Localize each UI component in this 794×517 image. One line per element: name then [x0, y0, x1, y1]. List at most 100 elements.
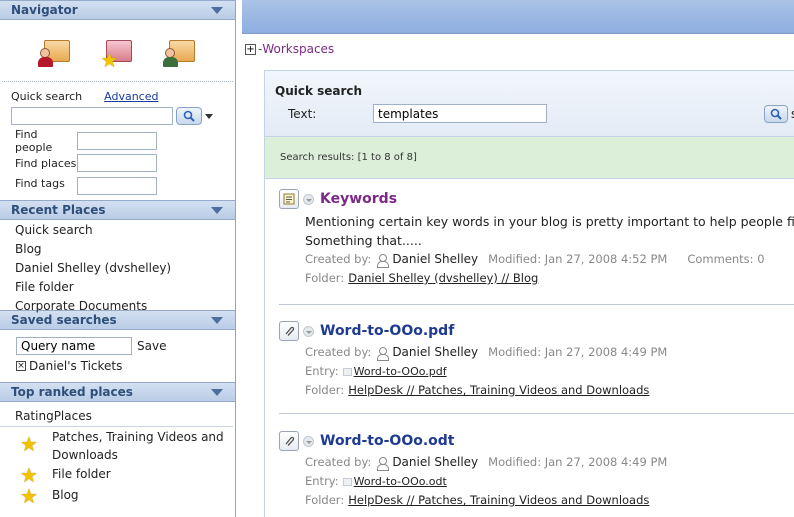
quick-search-label: Quick search [11, 89, 83, 103]
modified-date: Modified: Jan 27, 2008 4:52 PM [488, 252, 668, 266]
author-name[interactable]: Daniel Shelley [392, 453, 478, 472]
result-title-link[interactable]: Keywords [320, 191, 397, 207]
find-tags-input[interactable] [77, 177, 157, 195]
created-by-label: Created by: [305, 345, 372, 359]
star-icon: ★ [20, 463, 38, 487]
ranked-place-item[interactable]: ★ Patches, Training Videos and Downloads [0, 428, 235, 464]
result-menu-dropdown-icon[interactable] [303, 435, 314, 447]
recent-place-item[interactable]: Blog [0, 240, 235, 259]
result-header: Word-to-OOo.odt [279, 429, 794, 453]
result-meta: Created by: Daniel Shelley Modified: Jan… [279, 453, 794, 472]
recent-place-item[interactable]: Quick search [0, 221, 235, 240]
recent-places-list: Quick search Blog Daniel Shelley (dvshel… [0, 220, 235, 313]
entry-link-label: Word-to-OOo.pdf [353, 365, 447, 378]
workspaces-tree[interactable]: + - Workspaces [242, 34, 794, 64]
my-workspace-icon[interactable] [162, 34, 197, 68]
main-header-bar [242, 0, 794, 34]
search-result: Word-to-OOo.odt Created by: Daniel Shell… [279, 429, 794, 510]
entry-label: Entry: [305, 474, 339, 488]
search-button[interactable] [764, 104, 788, 123]
navigator-panel: ★ Quick search Advanced Find people Find… [0, 20, 235, 200]
ranked-place-label: Patches, Training Videos and [52, 430, 224, 444]
ranked-place-label-cont: Downloads [52, 448, 118, 462]
navigator-icons: ★ [2, 20, 233, 82]
entry-link[interactable]: Word-to-OOo.pdf [342, 362, 447, 381]
expand-plus-icon[interactable]: + [245, 43, 256, 55]
recent-places-header[interactable]: Recent Places [0, 200, 235, 220]
collapse-chevron-icon[interactable] [211, 388, 223, 396]
result-menu-dropdown-icon[interactable] [303, 193, 314, 205]
search-result: Keywords Mentioning certain key words in… [279, 187, 794, 288]
entry-label: Entry: [305, 364, 339, 378]
favorites-icon[interactable]: ★ [100, 34, 134, 70]
find-places-row: Find places [0, 152, 235, 174]
result-title-link[interactable]: Word-to-OOo.pdf [320, 323, 454, 339]
find-tags-row: Find tags [0, 174, 235, 200]
saved-searches-panel: Save × Daniel's Tickets [0, 330, 235, 382]
recent-place-item[interactable]: Daniel Shelley (dvshelley) [0, 259, 235, 278]
result-description-cont: Something that..... [305, 233, 422, 248]
quick-search-row: Quick search Advanced [0, 82, 235, 104]
find-places-label: Find places [15, 156, 77, 170]
entry-dropdown-icon[interactable] [342, 367, 352, 376]
result-title-link[interactable]: Word-to-OOo.odt [320, 433, 455, 449]
search-button[interactable] [176, 107, 202, 125]
result-meta: Created by: Daniel Shelley Modified: Jan… [279, 250, 794, 269]
top-ranked-title: Top ranked places [11, 385, 133, 399]
workspaces-label[interactable]: Workspaces [262, 42, 334, 56]
entry-link-label: Word-to-OOo.odt [353, 475, 447, 488]
created-by-label: Created by: [305, 455, 372, 469]
search-options-dropdown-icon[interactable] [205, 113, 213, 119]
recent-place-item[interactable]: File folder [0, 278, 235, 297]
search-text-input[interactable] [373, 104, 547, 123]
result-entry: Entry: Word-to-OOo.odt [279, 472, 794, 491]
result-menu-dropdown-icon[interactable] [303, 325, 314, 337]
attachment-icon[interactable] [279, 431, 299, 451]
collapse-chevron-icon[interactable] [211, 316, 223, 324]
author-name[interactable]: Daniel Shelley [392, 250, 478, 269]
find-people-input[interactable] [77, 132, 157, 150]
folder-link[interactable]: Daniel Shelley (dvshelley) // Blog [348, 269, 538, 288]
entry-dropdown-icon[interactable] [342, 477, 352, 486]
sidebar: Navigator ★ Quick search Advanced Find p… [0, 0, 236, 517]
result-folder: Folder: HelpDesk // Patches, Training Vi… [279, 491, 794, 510]
star-icon: ★ [20, 432, 38, 456]
quick-search-input[interactable] [11, 107, 173, 125]
search-text-row: Text: s [265, 98, 794, 123]
navigator-header[interactable]: Navigator [0, 0, 235, 20]
folder-link[interactable]: HelpDesk // Patches, Training Videos and… [348, 381, 649, 400]
top-ranked-header[interactable]: Top ranked places [0, 382, 235, 402]
results-summary: Search results: [1 to 8 of 8] [265, 137, 794, 179]
advanced-search-link[interactable]: Advanced [104, 90, 158, 103]
author-name[interactable]: Daniel Shelley [392, 343, 478, 362]
find-people-row: Find people [0, 128, 235, 154]
recent-places-title: Recent Places [11, 203, 106, 217]
attachment-icon[interactable] [279, 321, 299, 341]
result-header: Keywords [279, 187, 794, 211]
star-icon: ★ [20, 484, 38, 508]
folder-link[interactable]: HelpDesk // Patches, Training Videos and… [348, 491, 649, 510]
folder-label: Folder: [305, 493, 345, 507]
quick-search-input-row [0, 104, 235, 126]
result-folder: Folder: HelpDesk // Patches, Training Vi… [279, 381, 794, 400]
save-query-row: Save [0, 335, 235, 357]
ranked-place-label: Blog [52, 488, 79, 502]
collapse-chevron-icon[interactable] [211, 206, 223, 214]
ranked-place-item[interactable]: ★ File folder [0, 465, 235, 485]
collapse-chevron-icon[interactable] [211, 6, 223, 14]
user-icon [376, 346, 390, 361]
my-home-icon[interactable] [38, 34, 72, 68]
blog-post-icon[interactable] [279, 189, 299, 209]
find-people-label: Find people [15, 128, 53, 154]
modified-date: Modified: Jan 27, 2008 4:49 PM [488, 345, 668, 359]
find-places-input[interactable] [77, 154, 157, 172]
query-name-input[interactable] [16, 337, 132, 355]
entry-link[interactable]: Word-to-OOo.odt [342, 472, 447, 491]
remove-saved-search-icon[interactable]: × [16, 361, 26, 371]
saved-search-item[interactable]: × Daniel's Tickets [0, 357, 235, 375]
ranked-place-item[interactable]: ★ Blog [0, 486, 235, 506]
quick-search-form: Quick search Text: s [265, 71, 794, 137]
quick-search-title: Quick search [275, 84, 363, 98]
comments-count: Comments: 0 [687, 252, 765, 266]
save-query-button[interactable]: Save [137, 339, 166, 353]
